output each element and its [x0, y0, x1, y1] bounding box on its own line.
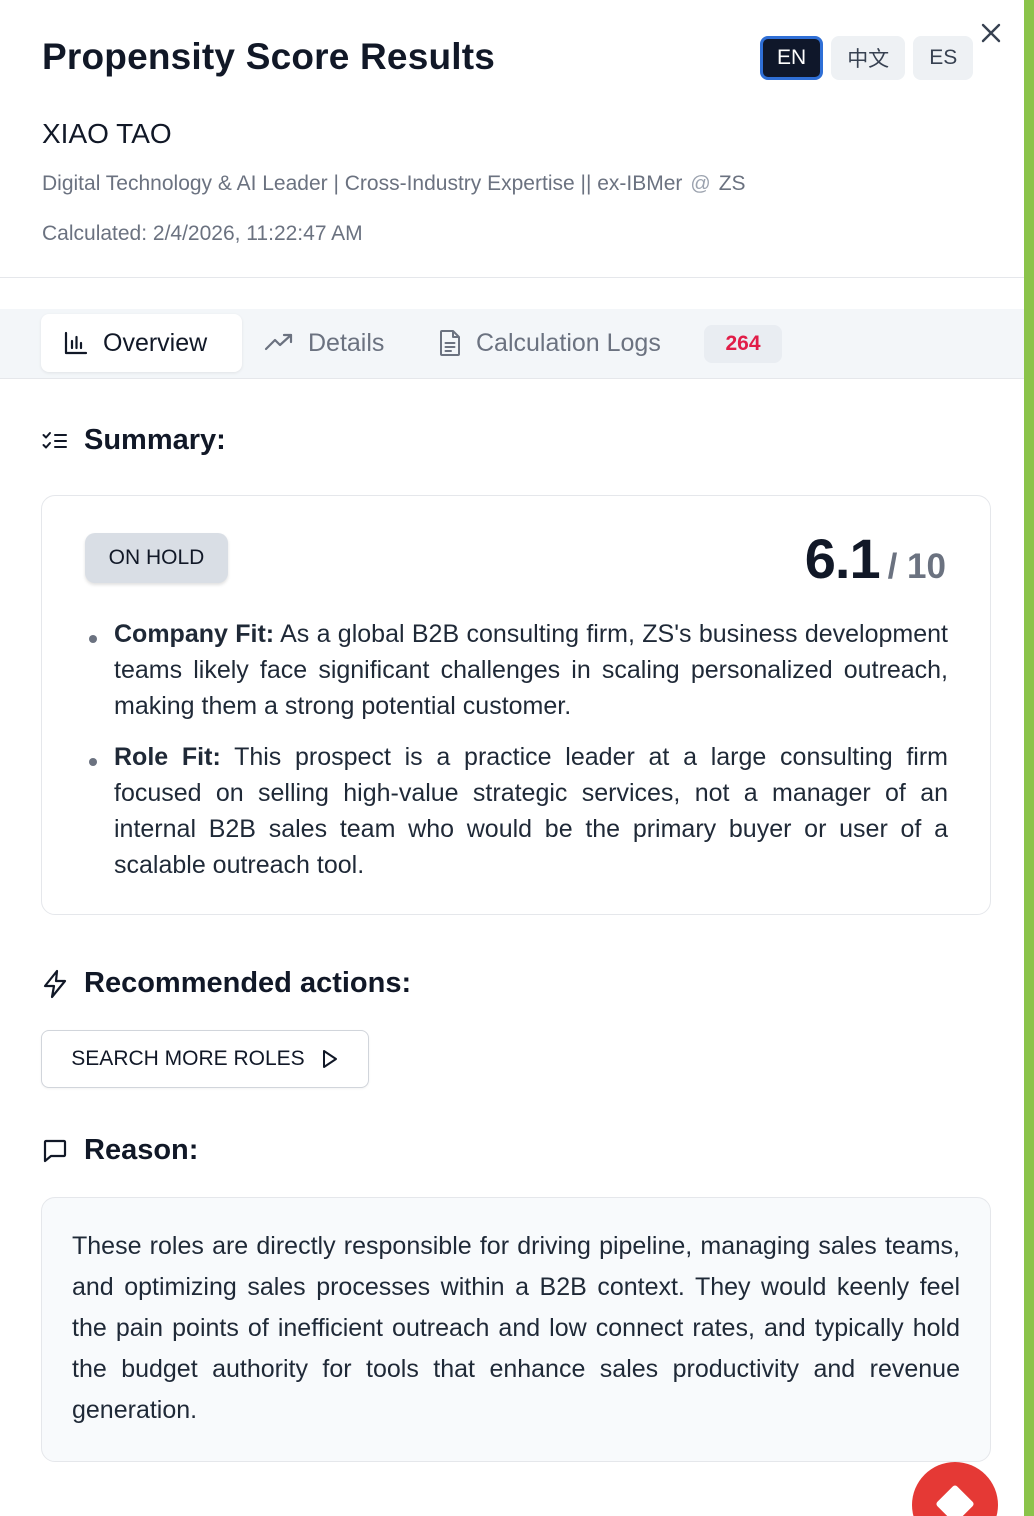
prospect-headline: Digital Technology & AI Leader | Cross-I… — [42, 172, 746, 196]
tab-details[interactable]: Details — [242, 314, 406, 372]
calculated-timestamp: Calculated: 2/4/2026, 11:22:47 AM — [42, 222, 363, 245]
company-fit-label: Company Fit: — [114, 620, 275, 648]
search-more-roles-label: SEARCH MORE ROLES — [71, 1047, 305, 1070]
close-icon — [981, 23, 1001, 43]
message-icon — [43, 1139, 67, 1162]
language-switcher: EN 中文 ES — [760, 36, 974, 80]
summary-point-company-fit: Company Fit: As a global B2B consulting … — [86, 616, 948, 724]
reason-heading: Reason: — [42, 1134, 198, 1167]
trending-up-icon — [264, 333, 293, 351]
role-fit-label: Role Fit: — [114, 743, 221, 771]
floating-action-button[interactable] — [912, 1462, 998, 1516]
green-edge-bar — [1024, 0, 1034, 1516]
score-max: / 10 — [887, 547, 946, 586]
lang-es-button[interactable]: ES — [913, 36, 974, 80]
play-icon — [322, 1050, 337, 1068]
status-badge: ON HOLD — [85, 533, 228, 583]
reason-card: These roles are directly responsible for… — [41, 1197, 991, 1462]
diamond-icon — [935, 1484, 975, 1516]
score-display: 6.1 / 10 — [805, 526, 946, 591]
tab-overview[interactable]: Overview — [41, 314, 242, 372]
header-divider — [0, 277, 1024, 278]
lang-en-button[interactable]: EN — [760, 36, 824, 80]
recommended-actions-heading: Recommended actions: — [42, 967, 411, 1000]
reason-heading-label: Reason: — [84, 1134, 199, 1166]
propensity-panel: Propensity Score Results EN 中文 ES XIAO T… — [0, 0, 1024, 1516]
page-title: Propensity Score Results — [42, 36, 496, 77]
summary-points: Company Fit: As a global B2B consulting … — [86, 616, 948, 898]
reason-text: These roles are directly responsible for… — [72, 1232, 960, 1424]
company-name: ZS — [718, 172, 746, 195]
tab-calculation-logs-label: Calculation Logs — [476, 328, 661, 357]
role-fit-text: This prospect is a practice leader at a … — [114, 743, 948, 879]
lightning-icon — [43, 969, 67, 998]
score-value: 6.1 — [804, 527, 881, 590]
logs-count-badge: 264 — [704, 325, 782, 363]
summary-heading: Summary: — [42, 424, 226, 457]
bar-chart-icon — [64, 331, 88, 355]
at-symbol: @ — [690, 172, 711, 195]
close-button[interactable] — [976, 18, 1006, 48]
summary-heading-label: Summary: — [84, 424, 226, 456]
prospect-name: XIAO TAO — [42, 118, 172, 149]
lang-zh-button[interactable]: 中文 — [831, 36, 906, 80]
tab-bar: Overview Details Calculation Logs 264 — [0, 309, 1024, 379]
tab-overview-label: Overview — [103, 328, 208, 357]
summary-card: ON HOLD 6.1 / 10 Company Fit: As a globa… — [41, 495, 991, 915]
headline-text: Digital Technology & AI Leader | Cross-I… — [42, 172, 683, 195]
document-icon — [440, 330, 460, 356]
checklist-icon — [42, 431, 67, 448]
search-more-roles-button[interactable]: SEARCH MORE ROLES — [41, 1030, 369, 1088]
summary-point-role-fit: Role Fit: This prospect is a practice le… — [86, 739, 948, 883]
recommended-actions-label: Recommended actions: — [84, 967, 412, 999]
tab-details-label: Details — [308, 328, 385, 357]
tab-calculation-logs[interactable]: Calculation Logs — [416, 314, 683, 372]
